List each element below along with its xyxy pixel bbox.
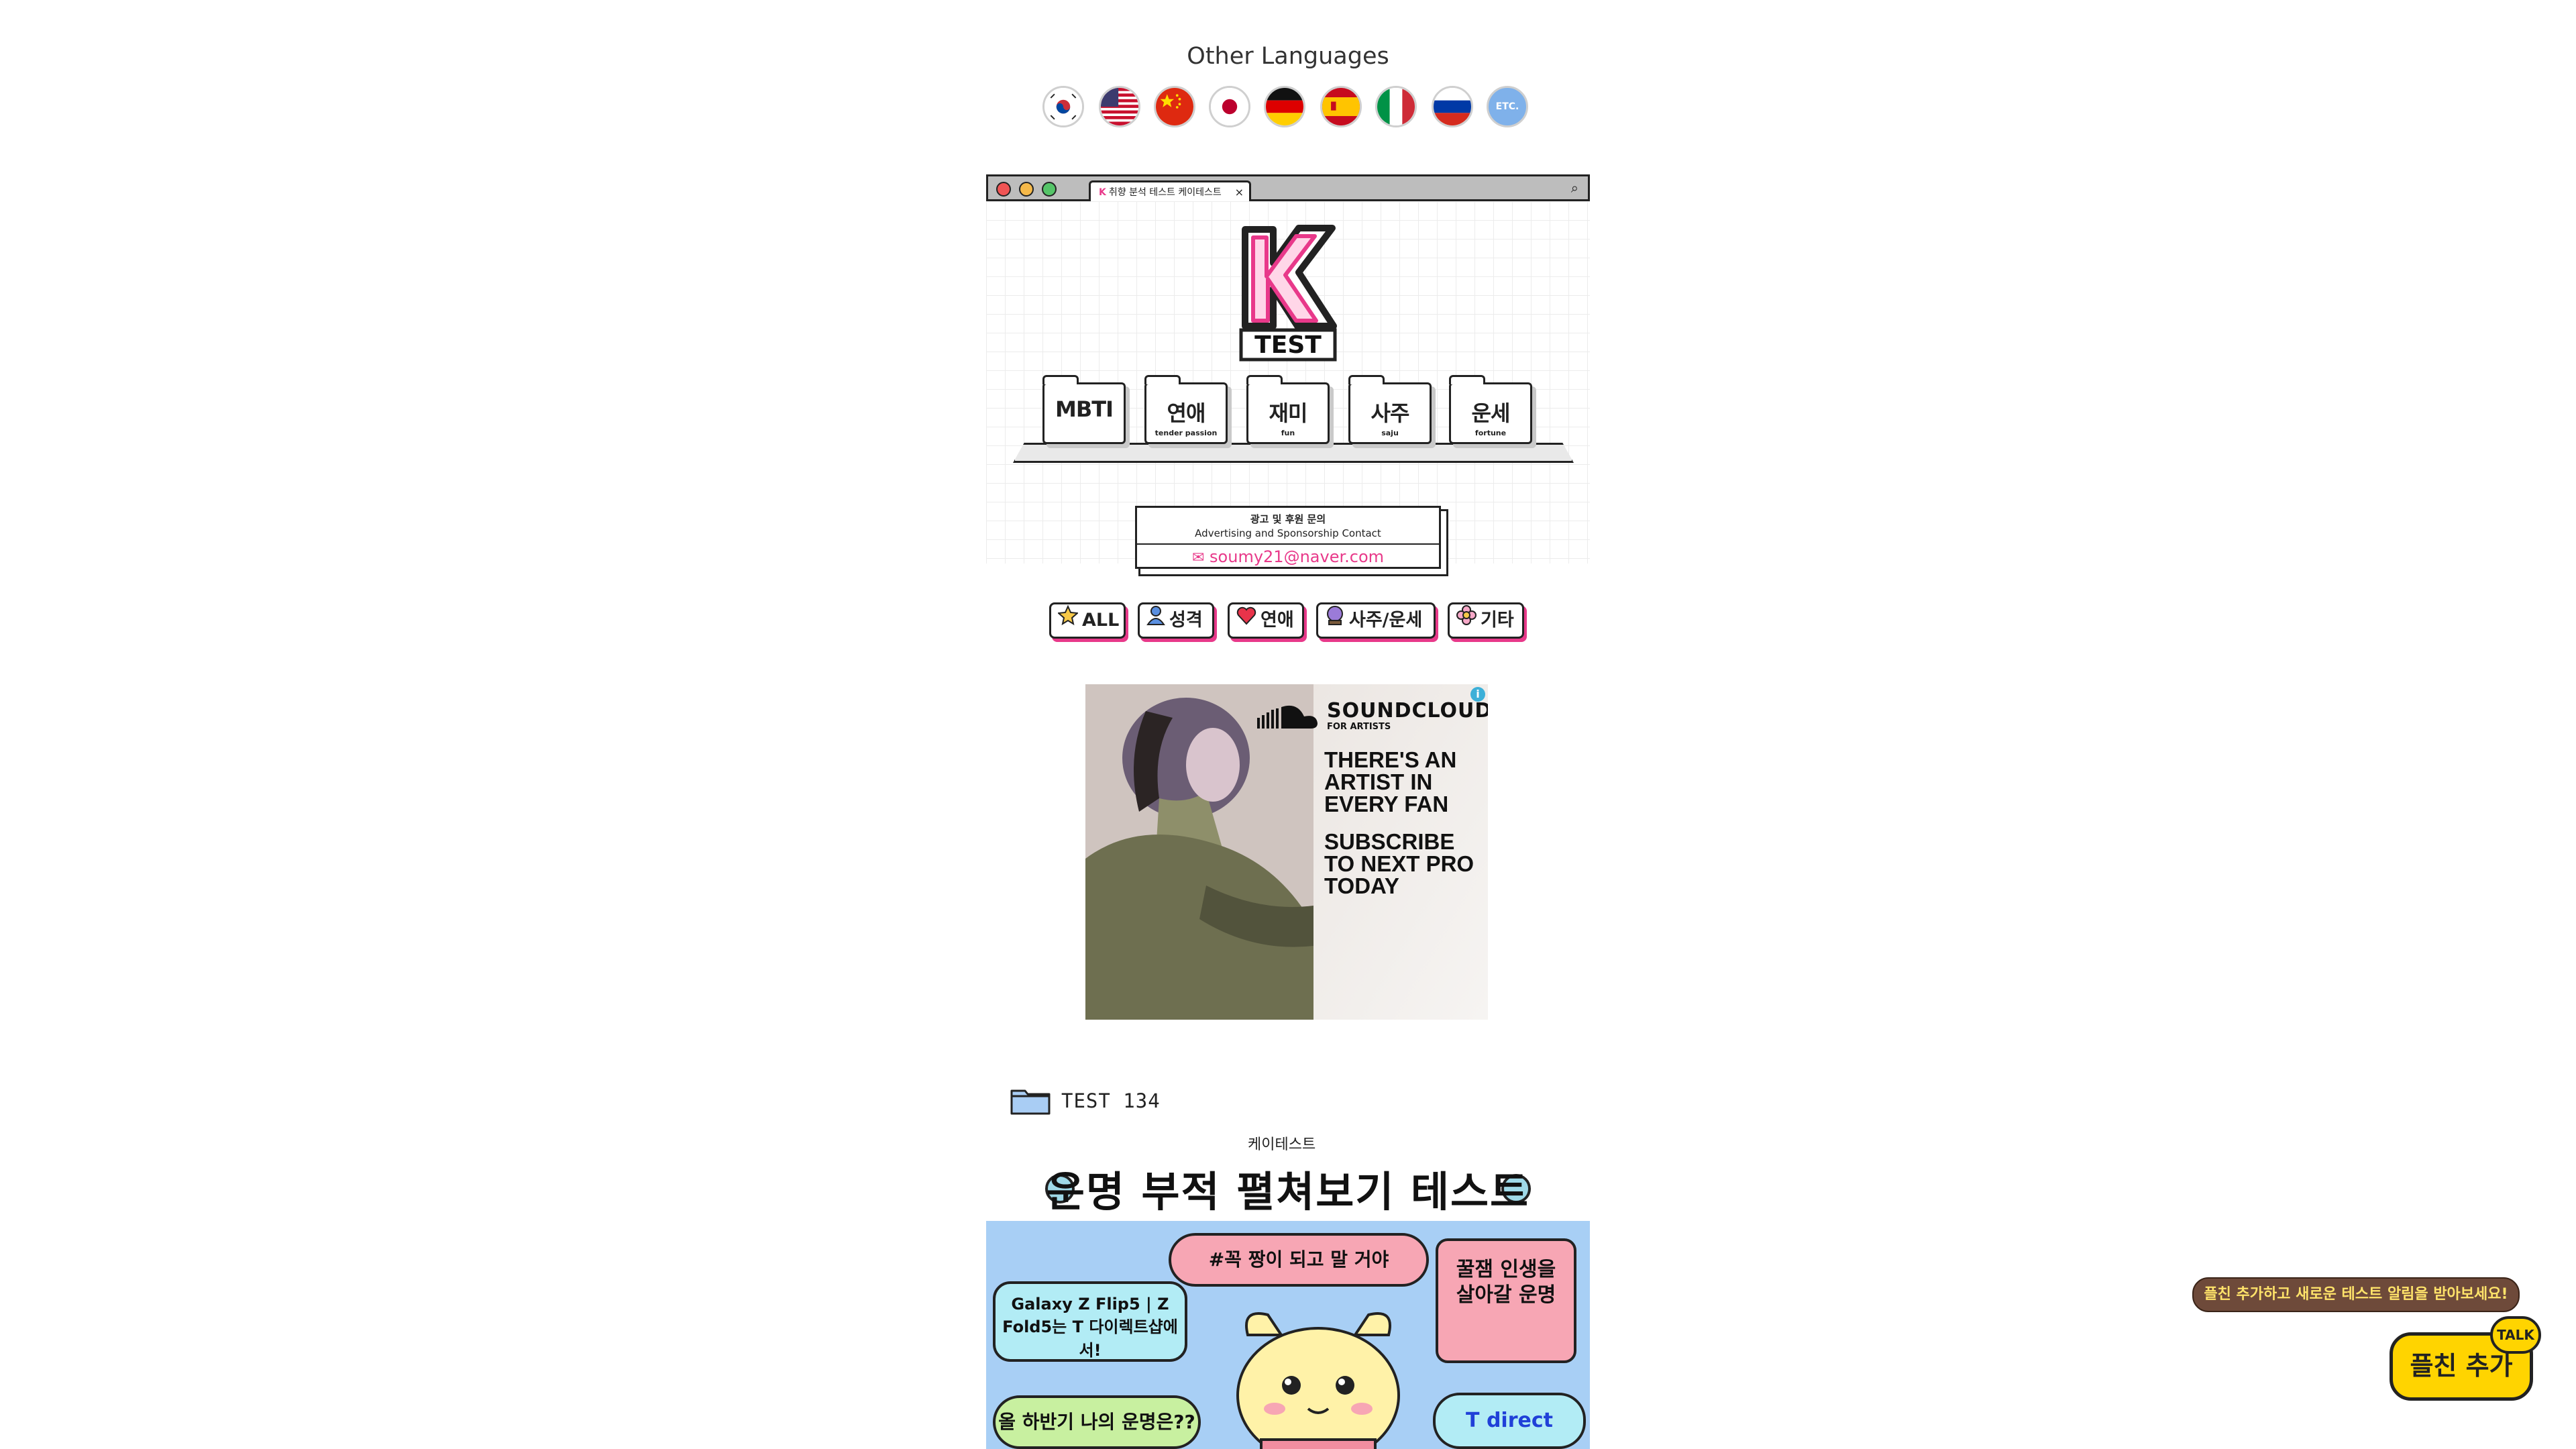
thumb-illustration: #꼭 짱이 되고 말 거야 Galaxy Z Flip5 | Z Fold5는 … <box>986 1221 1590 1449</box>
germany-flag-icon[interactable] <box>1264 86 1305 127</box>
folder-sub: saju <box>1381 429 1399 437</box>
folder-label: 연애 <box>1167 400 1206 426</box>
test-thumbnail[interactable]: 케이테스트 운명 부적 펼쳐보기 테스트 #꼭 짱이 되고 말 거야 Galax… <box>986 1134 1590 1449</box>
maximize-dot-icon <box>1042 182 1057 197</box>
folder-sub: tender passion <box>1155 429 1218 437</box>
minimize-dot-icon <box>1019 182 1034 197</box>
star-icon <box>1057 604 1079 636</box>
browser-tab-title: 취향 분석 테스트 케이테스트 <box>1108 187 1222 198</box>
china-flag-icon[interactable] <box>1154 86 1195 127</box>
etc-flag-icon[interactable]: ETC. <box>1487 86 1528 127</box>
category-love-button[interactable]: 연애 <box>1228 602 1304 639</box>
language-flags: ETC. <box>1042 86 1539 133</box>
contact-email: soumy21@naver.com <box>1210 547 1385 566</box>
category-etc-button[interactable]: 기타 <box>1448 602 1524 639</box>
browser-window-banner: K 취향 분석 테스트 케이테스트 × ⌕ TEST MBTI 연애 tender… <box>986 174 1590 569</box>
other-languages-title: Other Languages <box>1187 43 1389 70</box>
bubble-bottom-left: 올 하반기 나의 운명은?? <box>993 1395 1201 1449</box>
bubble-right: 꿀잼 인생을 살아갈 운명 <box>1436 1238 1576 1363</box>
thumb-subtitle: 케이테스트 <box>1248 1136 1316 1153</box>
yellow-character-icon <box>1236 1312 1400 1449</box>
category-label: ALL <box>1082 610 1120 631</box>
thumb-title: 운명 부적 펼쳐보기 테스트 <box>1046 1167 1530 1216</box>
heart-icon <box>1236 604 1256 636</box>
category-label: 사주/운세 <box>1349 610 1423 631</box>
category-personality-button[interactable]: 성격 <box>1138 602 1214 639</box>
bubble-top: #꼭 짱이 되고 말 거야 <box>1169 1233 1429 1287</box>
ad-info-icon[interactable]: i <box>1470 687 1485 702</box>
italy-flag-icon[interactable] <box>1375 86 1417 127</box>
russia-flag-icon[interactable] <box>1432 86 1473 127</box>
kakao-tooltip: 플친 추가하고 새로운 테스트 알림을 받아보세요! <box>2192 1277 2520 1312</box>
category-label: 연애 <box>1260 610 1294 631</box>
browser-title-bar: K 취향 분석 테스트 케이테스트 × ⌕ <box>986 174 1590 203</box>
ad-brand-sub: FOR ARTISTS <box>1327 722 1391 732</box>
kakao-talk-badge: TALK <box>2490 1316 2541 1354</box>
folder-mbti[interactable]: MBTI <box>1042 375 1126 444</box>
folder-label: 사주 <box>1371 400 1410 426</box>
contact-title-ko: 광고 및 후원 문의 <box>1250 513 1326 525</box>
folder-love[interactable]: 연애 tender passion <box>1144 375 1228 444</box>
bubble-bottom-right: T direct shop <box>1433 1393 1586 1449</box>
folder-sub: fun <box>1281 429 1295 437</box>
shelf <box>1013 443 1574 463</box>
spain-flag-icon[interactable] <box>1320 86 1362 127</box>
folder-label: 재미 <box>1269 400 1308 426</box>
soundcloud-ad[interactable]: SOUNDCLOUD FOR ARTISTS THERE'S AN ARTIST… <box>1085 684 1488 1020</box>
ad-photo <box>1085 684 1313 1020</box>
contact-email-link[interactable]: ✉ soumy21@naver.com <box>1137 547 1439 566</box>
mail-icon: ✉ <box>1191 549 1205 566</box>
k-test-logo[interactable]: TEST <box>1236 220 1340 368</box>
browser-tab: K 취향 분석 테스트 케이테스트 × <box>1089 180 1251 203</box>
ad-brand: SOUNDCLOUD <box>1327 699 1488 722</box>
folder-label: MBTI <box>1055 396 1114 422</box>
category-label: 성격 <box>1169 610 1203 631</box>
browser-body: TEST MBTI 연애 tender passion 재미 fun 사주 sa… <box>986 201 1590 569</box>
etc-label: ETC. <box>1495 101 1519 112</box>
folder-saju[interactable]: 사주 saju <box>1348 375 1432 444</box>
japan-flag-icon[interactable] <box>1209 86 1250 127</box>
folder-icon <box>1010 1089 1051 1115</box>
close-dot-icon <box>996 182 1011 197</box>
bubble-left: Galaxy Z Flip5 | Z Fold5는 T 다이렉트샵에서! <box>993 1281 1187 1362</box>
k-favicon-icon: K <box>1099 187 1106 198</box>
crystal-ball-icon <box>1325 604 1345 636</box>
usa-flag-icon[interactable] <box>1099 86 1140 127</box>
category-all-button[interactable]: ALL <box>1049 602 1126 639</box>
soundcloud-logo-icon <box>1257 705 1318 729</box>
logo-test-text: TEST <box>1254 331 1322 359</box>
tab-close-icon: × <box>1234 186 1244 199</box>
folder-label: 운세 <box>1471 400 1511 426</box>
search-icon: ⌕ <box>1570 180 1578 196</box>
sponsorship-contact-box: 광고 및 후원 문의 Advertising and Sponsorship C… <box>1135 506 1441 569</box>
test-count-label: TEST 134 <box>1061 1089 1161 1112</box>
flower-icon <box>1456 604 1477 636</box>
folder-fun[interactable]: 재미 fun <box>1246 375 1330 444</box>
category-label: 기타 <box>1481 610 1514 631</box>
category-saju-button[interactable]: 사주/운세 <box>1316 602 1436 639</box>
ad-cta: SUBSCRIBE TO NEXT PRO TODAY <box>1324 829 1474 898</box>
folder-sub: fortune <box>1474 429 1507 437</box>
folder-fortune[interactable]: 운세 fortune <box>1449 375 1532 444</box>
contact-title-en: Advertising and Sponsorship Contact <box>1195 527 1381 539</box>
ad-headline: THERE'S AN ARTIST IN EVERY FAN <box>1324 747 1457 816</box>
korea-flag-icon[interactable] <box>1042 86 1084 127</box>
person-icon <box>1146 604 1165 636</box>
